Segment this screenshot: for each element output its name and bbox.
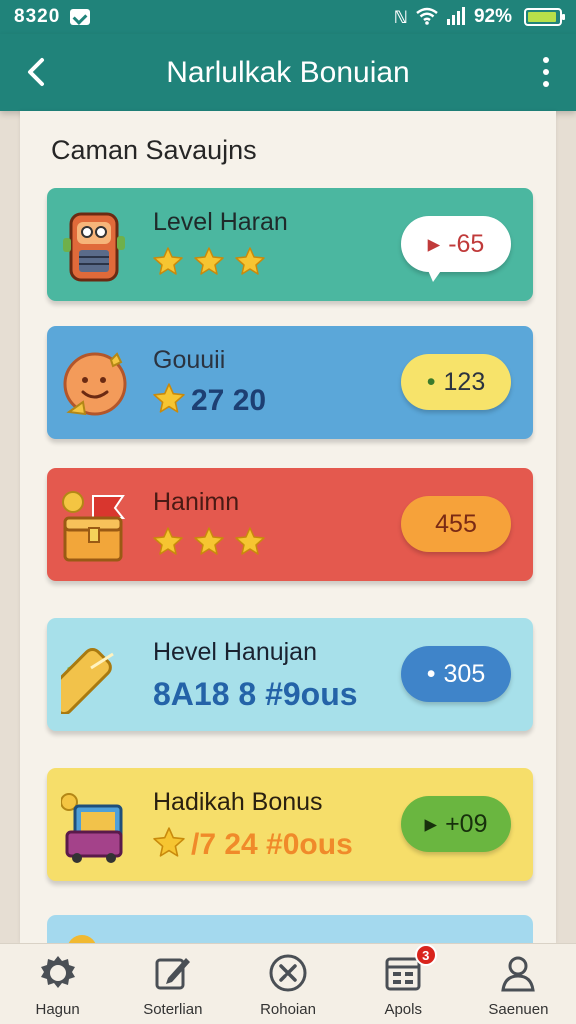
bonus-card[interactable]: Hadikah Bonus /7 24 #0ous ▸ +09 (47, 768, 533, 881)
vibrate-icon: ℕ (393, 7, 408, 27)
battery-level (528, 12, 556, 22)
user-icon (501, 956, 536, 992)
card-title: Level Haran (153, 208, 288, 236)
edit-icon (155, 958, 190, 990)
more-dot (543, 69, 549, 75)
page-title: Narlulkak Bonuian (166, 55, 410, 89)
gear-icon (40, 956, 75, 988)
pill-marker: • (426, 367, 436, 396)
card-sub-row: 8A18 8 #9ous (153, 676, 358, 713)
star-icon (153, 826, 185, 863)
more-dot (543, 57, 549, 63)
pill-value: +09 (445, 809, 488, 838)
app-bar: Narlulkak Bonuian (0, 34, 576, 111)
pill-value: 305 (443, 659, 486, 688)
star-icon (194, 527, 224, 555)
bonus-pill[interactable]: 455 (401, 496, 511, 552)
notification-icon (70, 9, 91, 25)
nav-label: Apols (384, 1001, 422, 1018)
battery-percent: 92% (473, 6, 512, 27)
more-dot (543, 81, 549, 87)
star-icon (153, 382, 185, 419)
nav-label: Saenuen (488, 1001, 549, 1018)
nav-item-saenuen[interactable]: Saenuen (461, 944, 576, 1024)
star-icon (153, 527, 183, 555)
notification-badge: 3 (414, 944, 437, 966)
bottom-nav: Hagun Soterlian Rohoian 3 Apols Saenuen (0, 943, 576, 1024)
bonus-card[interactable]: Hevel Hanujan 8A18 8 #9ous • 305 (44, 618, 533, 731)
nav-label: Hagun (35, 1001, 80, 1018)
pill-marker: ▸ (424, 810, 438, 838)
card-title: Hevel Hanujan (153, 638, 317, 666)
status-icons: ℕ 92% (393, 6, 565, 28)
card-title: Hadikah Bonus (153, 788, 323, 816)
pill-value: 455 (435, 509, 477, 538)
card-sub-row: /7 24 #0ous (153, 826, 353, 863)
star-icon (235, 527, 265, 555)
status-bar: 8320 ℕ 92% (0, 0, 576, 34)
nav-item-soterlian[interactable]: Soterlian (115, 944, 230, 1024)
nav-item-apols[interactable]: 3 Apols (346, 944, 461, 1024)
bonus-pill[interactable]: • 123 (401, 354, 511, 410)
star-icon (153, 383, 185, 413)
bonus-card[interactable]: Hanimn 455 (47, 468, 533, 581)
card-title: Gouuii (153, 346, 226, 374)
bonus-card[interactable]: Gouuii 27 20 • 123 (47, 326, 533, 439)
treasure-chest-icon (61, 488, 131, 564)
card-sub-text: /7 24 #0ous (191, 827, 353, 861)
bonus-pill[interactable]: • 305 (401, 646, 511, 702)
emblem-icon (269, 954, 307, 992)
card-title: Hanimn (153, 488, 240, 516)
pill-marker: • (426, 659, 436, 688)
chevron-left-icon (28, 58, 44, 86)
card-sub-row: 27 20 (153, 382, 266, 419)
nav-item-rohoian[interactable]: Rohoian (230, 944, 345, 1024)
star-icon (153, 827, 185, 857)
card-sub-text: 27 20 (191, 383, 267, 417)
status-time: 8320 (14, 6, 61, 27)
bonus-card[interactable]: Level Haran ▸ -65 (47, 188, 533, 301)
pill-value: 123 (443, 367, 486, 396)
more-options-button[interactable] (538, 54, 554, 90)
gold-bar-icon (44, 638, 131, 716)
star-rating (153, 526, 265, 556)
star-icon (194, 247, 224, 275)
nav-label: Soterlian (143, 1001, 203, 1018)
nav-item-hagun[interactable]: Hagun (0, 944, 115, 1024)
back-button[interactable] (22, 56, 54, 88)
section-title: Caman Savaujns (51, 135, 257, 165)
content-sheet: Caman Savaujns Level Haran ▸ -65 Gouuii … (20, 111, 556, 943)
pill-marker: ▸ (427, 230, 441, 258)
bubble-tail (427, 268, 443, 282)
wifi-icon (416, 7, 438, 28)
coin-icon (67, 935, 97, 943)
star-icon (235, 247, 265, 275)
robot-icon (61, 208, 131, 284)
smiley-icon (61, 346, 131, 422)
battery-icon (524, 8, 565, 26)
star-rating (153, 246, 265, 276)
pill-value: -65 (448, 229, 485, 258)
gift-machine-icon (60, 788, 131, 864)
star-icon (153, 247, 183, 275)
bonus-pill[interactable]: ▸ +09 (401, 796, 511, 852)
nav-label: Rohoian (260, 1001, 316, 1018)
card-sub-text: 8A18 8 #9ous (153, 676, 358, 712)
bonus-pill[interactable]: ▸ -65 (401, 216, 511, 282)
signal-icon (446, 6, 466, 28)
bonus-card-partial[interactable] (47, 915, 533, 943)
